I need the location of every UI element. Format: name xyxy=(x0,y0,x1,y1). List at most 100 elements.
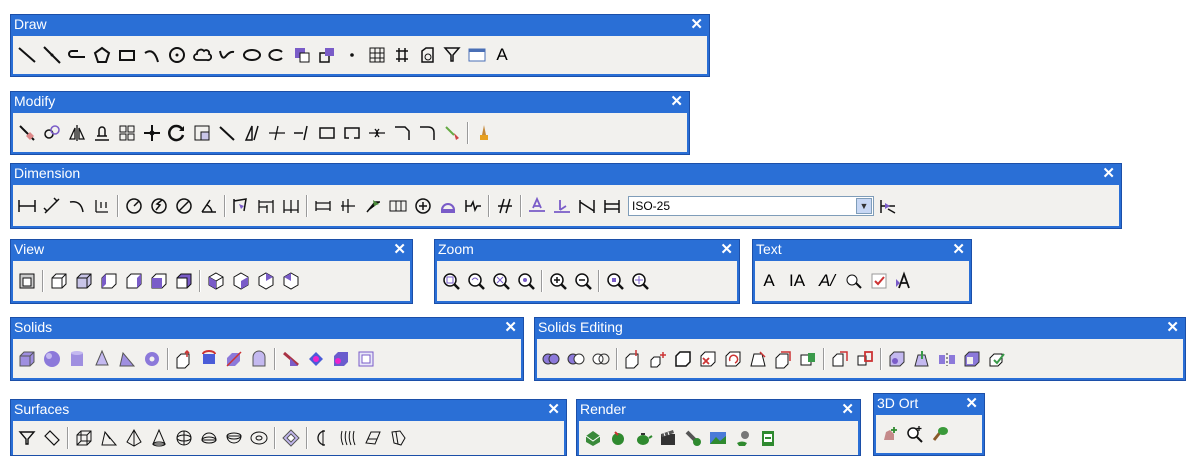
interfere-icon[interactable] xyxy=(280,348,302,370)
clean-icon[interactable] xyxy=(911,348,933,370)
close-icon[interactable]: ✕ xyxy=(841,400,854,419)
union-icon[interactable] xyxy=(540,348,562,370)
cylinder-icon[interactable] xyxy=(66,348,88,370)
named-views-icon[interactable] xyxy=(16,270,38,292)
move-faces-icon[interactable] xyxy=(647,348,669,370)
box-surface-icon[interactable] xyxy=(73,427,95,449)
inspection-icon[interactable] xyxy=(437,195,459,217)
section-icon[interactable] xyxy=(248,348,270,370)
extrude-faces-icon[interactable] xyxy=(622,348,644,370)
explode-icon[interactable] xyxy=(441,122,463,144)
wedge-surface-icon[interactable] xyxy=(98,427,120,449)
table-grid-button[interactable] xyxy=(466,44,488,66)
break-at-point-icon[interactable] xyxy=(316,122,338,144)
single-line-text-button[interactable]: IA xyxy=(783,270,811,292)
mirror-icon[interactable] xyxy=(66,122,88,144)
polyline-button[interactable] xyxy=(66,44,88,66)
close-icon[interactable]: ✕ xyxy=(965,394,978,413)
arc-button[interactable] xyxy=(141,44,163,66)
ruled-surface-icon[interactable] xyxy=(362,427,384,449)
color-faces-icon[interactable] xyxy=(797,348,819,370)
zoom-scale-icon[interactable] xyxy=(490,270,512,292)
2d-solid-icon[interactable] xyxy=(16,427,38,449)
slice-icon[interactable] xyxy=(223,348,245,370)
multiline-text-button[interactable]: A xyxy=(491,44,513,66)
top-view-icon[interactable] xyxy=(48,270,70,292)
close-icon[interactable]: ✕ xyxy=(952,240,965,259)
trim-icon[interactable] xyxy=(266,122,288,144)
multiline-text-button[interactable]: A xyxy=(758,270,780,292)
dimension-style-icon[interactable] xyxy=(877,195,899,217)
zoom-center-icon[interactable] xyxy=(515,270,537,292)
zoom-dynamic-icon[interactable] xyxy=(465,270,487,292)
zoom-extents-icon[interactable] xyxy=(629,270,651,292)
shell-icon[interactable] xyxy=(961,348,983,370)
spline-button[interactable] xyxy=(216,44,238,66)
materials-icon[interactable] xyxy=(732,427,754,449)
front-view-icon[interactable] xyxy=(148,270,170,292)
line-button[interactable] xyxy=(16,44,38,66)
left-view-icon[interactable] xyxy=(98,270,120,292)
dim-space-icon[interactable] xyxy=(312,195,334,217)
separate-icon[interactable] xyxy=(936,348,958,370)
torus-surface-icon[interactable] xyxy=(248,427,270,449)
properties-brush-icon[interactable] xyxy=(473,122,495,144)
imprint-icon[interactable] xyxy=(886,348,908,370)
radius-icon[interactable] xyxy=(123,195,145,217)
edge-icon[interactable] xyxy=(280,427,302,449)
ne-isometric-icon[interactable] xyxy=(255,270,277,292)
jogged-icon[interactable] xyxy=(148,195,170,217)
dimension-update-icon[interactable] xyxy=(551,195,573,217)
lengthen-icon[interactable] xyxy=(241,122,263,144)
sphere-icon[interactable] xyxy=(41,348,63,370)
scenes-icon[interactable] xyxy=(657,427,679,449)
find-replace-icon[interactable] xyxy=(843,270,865,292)
3d-zoom-icon[interactable] xyxy=(904,423,926,445)
diameter-icon[interactable] xyxy=(173,195,195,217)
hatch-button[interactable] xyxy=(366,44,388,66)
stretch-icon[interactable] xyxy=(216,122,238,144)
render-preferences-icon[interactable] xyxy=(757,427,779,449)
close-icon[interactable]: ✕ xyxy=(393,240,406,259)
right-view-icon[interactable] xyxy=(123,270,145,292)
copy-icon[interactable] xyxy=(41,122,63,144)
zoom-out-icon[interactable] xyxy=(572,270,594,292)
delete-faces-icon[interactable] xyxy=(697,348,719,370)
bottom-view-icon[interactable] xyxy=(73,270,95,292)
polygon-button[interactable] xyxy=(91,44,113,66)
sw-isometric-icon[interactable] xyxy=(205,270,227,292)
rotate-icon[interactable] xyxy=(166,122,188,144)
insert-block-button[interactable] xyxy=(291,44,313,66)
revolve-icon[interactable] xyxy=(198,348,220,370)
revision-cloud-button[interactable] xyxy=(191,44,213,66)
center-mark-icon[interactable] xyxy=(412,195,434,217)
rectangle-button[interactable] xyxy=(116,44,138,66)
zoom-in-icon[interactable] xyxy=(547,270,569,292)
circle-button[interactable] xyxy=(166,44,188,66)
close-icon[interactable]: ✕ xyxy=(720,240,733,259)
close-icon[interactable]: ✕ xyxy=(1166,318,1179,337)
chamfer-icon[interactable] xyxy=(391,122,413,144)
taper-faces-icon[interactable] xyxy=(747,348,769,370)
aligned-dimension-icon[interactable] xyxy=(41,195,63,217)
array-icon[interactable] xyxy=(116,122,138,144)
ellipse-arc-button[interactable] xyxy=(266,44,288,66)
3d-pan-icon[interactable] xyxy=(879,423,901,445)
render-icon[interactable] xyxy=(607,427,629,449)
scale-icon[interactable] xyxy=(191,122,213,144)
copy-edges-icon[interactable] xyxy=(829,348,851,370)
tolerance-icon[interactable] xyxy=(387,195,409,217)
se-isometric-icon[interactable] xyxy=(230,270,252,292)
dimension-reassociate-icon[interactable] xyxy=(601,195,623,217)
jogged-linear-icon[interactable] xyxy=(462,195,484,217)
rotate-faces-icon[interactable] xyxy=(722,348,744,370)
box-icon[interactable] xyxy=(16,348,38,370)
wedge-icon[interactable] xyxy=(116,348,138,370)
edge-surface-icon[interactable] xyxy=(387,427,409,449)
subtract-icon[interactable] xyxy=(565,348,587,370)
angular-icon[interactable] xyxy=(198,195,220,217)
erase-icon[interactable] xyxy=(16,122,38,144)
chevron-down-icon[interactable]: ▼ xyxy=(856,197,872,214)
nw-isometric-icon[interactable] xyxy=(280,270,302,292)
move-icon[interactable] xyxy=(141,122,163,144)
